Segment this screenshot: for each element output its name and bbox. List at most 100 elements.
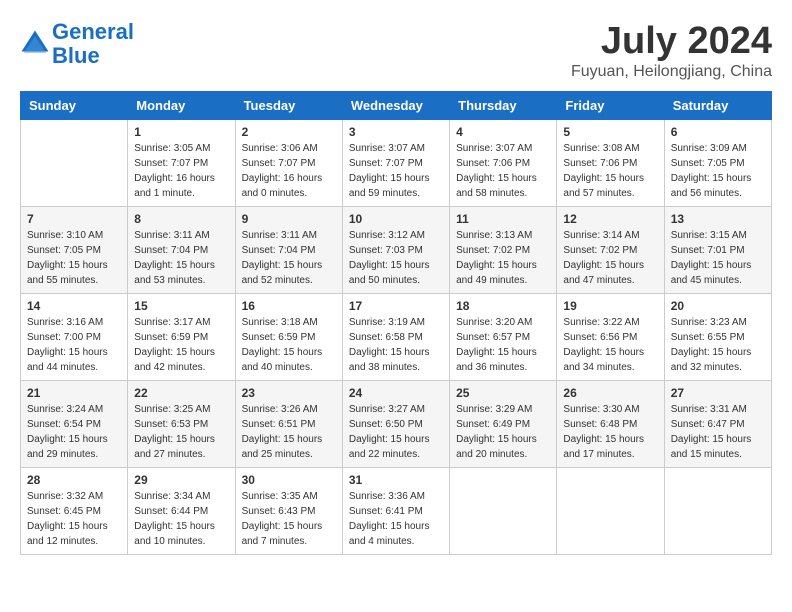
day-number: 24 <box>349 386 443 400</box>
day-number: 9 <box>242 212 336 226</box>
day-number: 31 <box>349 473 443 487</box>
day-number: 14 <box>27 299 121 313</box>
calendar-cell: 26 Sunrise: 3:30 AM Sunset: 6:48 PM Dayli… <box>557 381 664 468</box>
day-info: Sunrise: 3:11 AM Sunset: 7:04 PM Dayligh… <box>242 228 336 288</box>
day-number: 26 <box>563 386 657 400</box>
calendar-cell: 22 Sunrise: 3:25 AM Sunset: 6:53 PM Dayli… <box>128 381 235 468</box>
day-number: 4 <box>456 125 550 139</box>
day-info: Sunrise: 3:15 AM Sunset: 7:01 PM Dayligh… <box>671 228 765 288</box>
calendar-cell: 27Sunrise: 3:31 AM Sunset: 6:47 PM Dayli… <box>664 381 771 468</box>
day-info: Sunrise: 3:35 AM Sunset: 6:43 PM Dayligh… <box>242 489 336 549</box>
column-header-saturday: Saturday <box>664 92 771 120</box>
calendar-cell: 12 Sunrise: 3:14 AM Sunset: 7:02 PM Dayli… <box>557 207 664 294</box>
calendar-cell: 10 Sunrise: 3:12 AM Sunset: 7:03 PM Dayli… <box>342 207 449 294</box>
calendar-cell: 14 Sunrise: 3:16 AM Sunset: 7:00 PM Dayli… <box>21 294 128 381</box>
day-info: Sunrise: 3:20 AM Sunset: 6:57 PM Dayligh… <box>456 315 550 375</box>
day-number: 18 <box>456 299 550 313</box>
day-info: Sunrise: 3:07 AM Sunset: 7:07 PM Dayligh… <box>349 141 443 201</box>
column-header-tuesday: Tuesday <box>235 92 342 120</box>
day-number: 29 <box>134 473 228 487</box>
calendar-cell <box>21 120 128 207</box>
day-number: 16 <box>242 299 336 313</box>
calendar-cell: 28 Sunrise: 3:32 AM Sunset: 6:45 PM Dayli… <box>21 468 128 555</box>
day-number: 23 <box>242 386 336 400</box>
logo-line2: Blue <box>52 43 100 68</box>
day-number: 7 <box>27 212 121 226</box>
calendar-cell: 9 Sunrise: 3:11 AM Sunset: 7:04 PM Daylig… <box>235 207 342 294</box>
calendar-cell: 25 Sunrise: 3:29 AM Sunset: 6:49 PM Dayli… <box>450 381 557 468</box>
calendar-cell: 17 Sunrise: 3:19 AM Sunset: 6:58 PM Dayli… <box>342 294 449 381</box>
day-info: Sunrise: 3:29 AM Sunset: 6:49 PM Dayligh… <box>456 402 550 462</box>
day-number: 17 <box>349 299 443 313</box>
day-info: Sunrise: 3:27 AM Sunset: 6:50 PM Dayligh… <box>349 402 443 462</box>
logo-line1: General <box>52 19 134 44</box>
day-number: 22 <box>134 386 228 400</box>
day-number: 28 <box>27 473 121 487</box>
calendar-cell: 5Sunrise: 3:08 AM Sunset: 7:06 PM Daylig… <box>557 120 664 207</box>
day-number: 2 <box>242 125 336 139</box>
day-info: Sunrise: 3:09 AM Sunset: 7:05 PM Dayligh… <box>671 141 765 201</box>
day-number: 10 <box>349 212 443 226</box>
day-info: Sunrise: 3:14 AM Sunset: 7:02 PM Dayligh… <box>563 228 657 288</box>
day-info: Sunrise: 3:12 AM Sunset: 7:03 PM Dayligh… <box>349 228 443 288</box>
day-info: Sunrise: 3:32 AM Sunset: 6:45 PM Dayligh… <box>27 489 121 549</box>
day-info: Sunrise: 3:26 AM Sunset: 6:51 PM Dayligh… <box>242 402 336 462</box>
day-number: 25 <box>456 386 550 400</box>
day-number: 12 <box>563 212 657 226</box>
calendar-cell: 31 Sunrise: 3:36 AM Sunset: 6:41 PM Dayli… <box>342 468 449 555</box>
week-row-1: 1Sunrise: 3:05 AM Sunset: 7:07 PM Daylig… <box>21 120 772 207</box>
calendar-cell: 24 Sunrise: 3:27 AM Sunset: 6:50 PM Dayli… <box>342 381 449 468</box>
calendar-cell: 8 Sunrise: 3:11 AM Sunset: 7:04 PM Daylig… <box>128 207 235 294</box>
day-info: Sunrise: 3:25 AM Sunset: 6:53 PM Dayligh… <box>134 402 228 462</box>
title-block: July 2024 Fuyuan, Heilongjiang, China <box>571 20 772 81</box>
calendar-cell <box>450 468 557 555</box>
week-row-3: 14 Sunrise: 3:16 AM Sunset: 7:00 PM Dayli… <box>21 294 772 381</box>
calendar-cell: 6 Sunrise: 3:09 AM Sunset: 7:05 PM Daylig… <box>664 120 771 207</box>
week-row-4: 21 Sunrise: 3:24 AM Sunset: 6:54 PM Dayli… <box>21 381 772 468</box>
month-title: July 2024 <box>571 20 772 63</box>
day-info: Sunrise: 3:08 AM Sunset: 7:06 PM Dayligh… <box>563 141 657 201</box>
page-header: General Blue July 2024 Fuyuan, Heilongji… <box>20 20 772 81</box>
calendar-cell: 13 Sunrise: 3:15 AM Sunset: 7:01 PM Dayli… <box>664 207 771 294</box>
calendar-cell: 3 Sunrise: 3:07 AM Sunset: 7:07 PM Daylig… <box>342 120 449 207</box>
day-info: Sunrise: 3:31 AM Sunset: 6:47 PM Dayligh… <box>671 402 765 462</box>
day-info: Sunrise: 3:24 AM Sunset: 6:54 PM Dayligh… <box>27 402 121 462</box>
calendar-table: SundayMondayTuesdayWednesdayThursdayFrid… <box>20 91 772 555</box>
day-number: 13 <box>671 212 765 226</box>
day-number: 8 <box>134 212 228 226</box>
location-subtitle: Fuyuan, Heilongjiang, China <box>571 63 772 81</box>
day-number: 11 <box>456 212 550 226</box>
day-info: Sunrise: 3:13 AM Sunset: 7:02 PM Dayligh… <box>456 228 550 288</box>
calendar-cell: 21 Sunrise: 3:24 AM Sunset: 6:54 PM Dayli… <box>21 381 128 468</box>
calendar-cell: 16 Sunrise: 3:18 AM Sunset: 6:59 PM Dayli… <box>235 294 342 381</box>
day-info: Sunrise: 3:30 AM Sunset: 6:48 PM Dayligh… <box>563 402 657 462</box>
day-info: Sunrise: 3:34 AM Sunset: 6:44 PM Dayligh… <box>134 489 228 549</box>
calendar-cell: 11 Sunrise: 3:13 AM Sunset: 7:02 PM Dayli… <box>450 207 557 294</box>
calendar-cell <box>557 468 664 555</box>
day-number: 21 <box>27 386 121 400</box>
calendar-cell: 30 Sunrise: 3:35 AM Sunset: 6:43 PM Dayli… <box>235 468 342 555</box>
column-header-wednesday: Wednesday <box>342 92 449 120</box>
column-header-thursday: Thursday <box>450 92 557 120</box>
day-info: Sunrise: 3:19 AM Sunset: 6:58 PM Dayligh… <box>349 315 443 375</box>
day-number: 3 <box>349 125 443 139</box>
day-info: Sunrise: 3:07 AM Sunset: 7:06 PM Dayligh… <box>456 141 550 201</box>
day-number: 30 <box>242 473 336 487</box>
day-number: 6 <box>671 125 765 139</box>
calendar-cell: 4 Sunrise: 3:07 AM Sunset: 7:06 PM Daylig… <box>450 120 557 207</box>
day-info: Sunrise: 3:18 AM Sunset: 6:59 PM Dayligh… <box>242 315 336 375</box>
calendar-cell: 20Sunrise: 3:23 AM Sunset: 6:55 PM Dayli… <box>664 294 771 381</box>
day-info: Sunrise: 3:36 AM Sunset: 6:41 PM Dayligh… <box>349 489 443 549</box>
column-header-monday: Monday <box>128 92 235 120</box>
day-number: 20 <box>671 299 765 313</box>
column-header-sunday: Sunday <box>21 92 128 120</box>
day-info: Sunrise: 3:11 AM Sunset: 7:04 PM Dayligh… <box>134 228 228 288</box>
calendar-cell: 18 Sunrise: 3:20 AM Sunset: 6:57 PM Dayli… <box>450 294 557 381</box>
calendar-cell: 15Sunrise: 3:17 AM Sunset: 6:59 PM Dayli… <box>128 294 235 381</box>
day-number: 19 <box>563 299 657 313</box>
day-number: 15 <box>134 299 228 313</box>
week-row-5: 28 Sunrise: 3:32 AM Sunset: 6:45 PM Dayli… <box>21 468 772 555</box>
logo: General Blue <box>20 20 134 68</box>
day-info: Sunrise: 3:16 AM Sunset: 7:00 PM Dayligh… <box>27 315 121 375</box>
column-header-friday: Friday <box>557 92 664 120</box>
